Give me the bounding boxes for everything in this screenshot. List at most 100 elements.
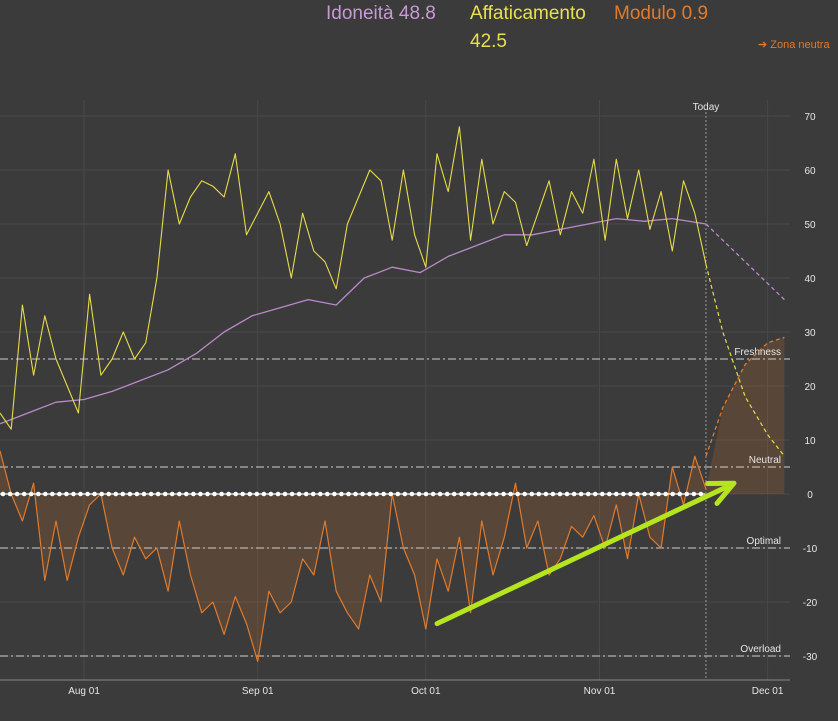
zero-dot — [148, 491, 154, 497]
zero-dot — [557, 491, 563, 497]
zero-dot — [466, 491, 471, 497]
zero-dot — [656, 491, 661, 497]
zero-dot — [282, 491, 288, 497]
zero-dot — [480, 491, 485, 497]
zone-label: Optimal — [747, 536, 781, 547]
zero-dot — [353, 491, 358, 497]
zero-dot — [529, 491, 535, 497]
zero-dot — [487, 491, 492, 497]
zero-dot — [437, 491, 443, 497]
zero-dot — [106, 491, 111, 497]
y-tick-label: 0 — [807, 490, 813, 501]
zero-dot — [607, 491, 612, 497]
zero-dot — [71, 491, 76, 497]
zero-dot — [50, 491, 55, 497]
zero-dot — [268, 491, 274, 497]
zero-dot — [219, 491, 224, 497]
zero-dot — [444, 491, 450, 497]
zero-dot — [134, 491, 140, 497]
today-marker: Today — [693, 102, 720, 680]
zero-dot — [254, 491, 260, 497]
zero-dot — [212, 491, 217, 497]
zero-dot — [600, 491, 605, 497]
zero-dot — [92, 491, 97, 497]
zero-dot — [501, 491, 506, 497]
zero-dot — [141, 491, 147, 497]
y-axis-ticks: 70 60 50 40 30 20 10 0 -10 -20 -30 — [803, 112, 818, 663]
series-line-idoneit-forecast — [705, 223, 785, 301]
zero-dot — [423, 491, 429, 497]
zero-dot — [85, 491, 90, 497]
zero-dot — [169, 491, 175, 497]
zero-dot — [663, 491, 668, 497]
zero-dot — [339, 491, 344, 497]
zero-dot — [226, 491, 231, 497]
zero-dot — [325, 491, 330, 497]
zero-dot — [303, 491, 309, 497]
zero-dot — [275, 491, 281, 497]
zero-dot — [198, 491, 203, 497]
x-tick-label: Sep 01 — [242, 686, 274, 697]
y-tick-label: 60 — [804, 166, 816, 177]
zero-dot — [522, 491, 527, 497]
zero-dot — [28, 491, 34, 497]
y-tick-label: -30 — [803, 652, 818, 663]
zero-dot — [120, 491, 126, 497]
zero-dot — [550, 491, 556, 497]
y-tick-label: -20 — [803, 598, 818, 609]
zero-dot — [508, 491, 513, 497]
zero-dot — [578, 491, 584, 497]
zero-dot — [402, 491, 408, 497]
x-tick-label: Dec 01 — [752, 686, 784, 697]
zero-dot — [621, 491, 626, 497]
y-tick-label: 70 — [804, 112, 816, 123]
zero-dot — [310, 491, 316, 497]
zero-dot — [318, 491, 323, 497]
zero-dot — [536, 491, 542, 497]
zero-dot — [78, 491, 83, 497]
zero-dot — [592, 491, 598, 497]
y-tick-label: 20 — [804, 382, 816, 393]
zero-dot — [451, 491, 457, 497]
zero-dot — [374, 491, 380, 497]
zero-dot — [571, 491, 577, 497]
zero-dot — [233, 491, 238, 497]
today-label: Today — [693, 102, 720, 113]
zone-label: Neutral — [749, 455, 781, 466]
zero-dot — [289, 491, 295, 497]
y-tick-label: -10 — [803, 544, 818, 555]
zero-dot — [670, 491, 675, 497]
zero-dot — [649, 491, 654, 497]
zero-dot — [205, 491, 210, 497]
zero-dot — [677, 491, 683, 497]
zero-dot — [64, 491, 69, 497]
zero-dot — [585, 491, 591, 497]
zero-dot — [346, 491, 351, 497]
zero-dot — [459, 491, 464, 497]
zero-dot — [628, 491, 633, 497]
zero-dot — [36, 491, 41, 497]
zero-dot — [684, 491, 690, 497]
fitness-chart: Freshness Neutral Optimal Overload Today 70… — [0, 100, 818, 697]
series-lines — [0, 126, 785, 662]
zero-dot — [635, 491, 640, 497]
zero-dot — [691, 491, 697, 497]
zero-dot — [494, 491, 499, 497]
series-line-idoneit- — [0, 217, 707, 425]
zone-label: Overload — [740, 644, 781, 655]
zero-dot — [14, 491, 20, 497]
grid-lines — [0, 100, 790, 681]
zero-dot — [0, 491, 6, 497]
zero-dot — [296, 491, 302, 497]
zone-label: Freshness — [734, 347, 781, 358]
zero-dot — [388, 491, 394, 497]
zero-dot — [240, 491, 245, 497]
zero-dot — [247, 491, 253, 497]
zero-dot — [430, 491, 436, 497]
x-axis-ticks: Aug 01 Sep 01 Oct 01 Nov 01 Dec 01 — [68, 686, 784, 697]
zero-dot — [515, 491, 520, 497]
zero-dot — [473, 491, 478, 497]
zero-dot — [177, 491, 182, 497]
y-tick-label: 10 — [804, 436, 816, 447]
zero-dot — [367, 491, 372, 497]
